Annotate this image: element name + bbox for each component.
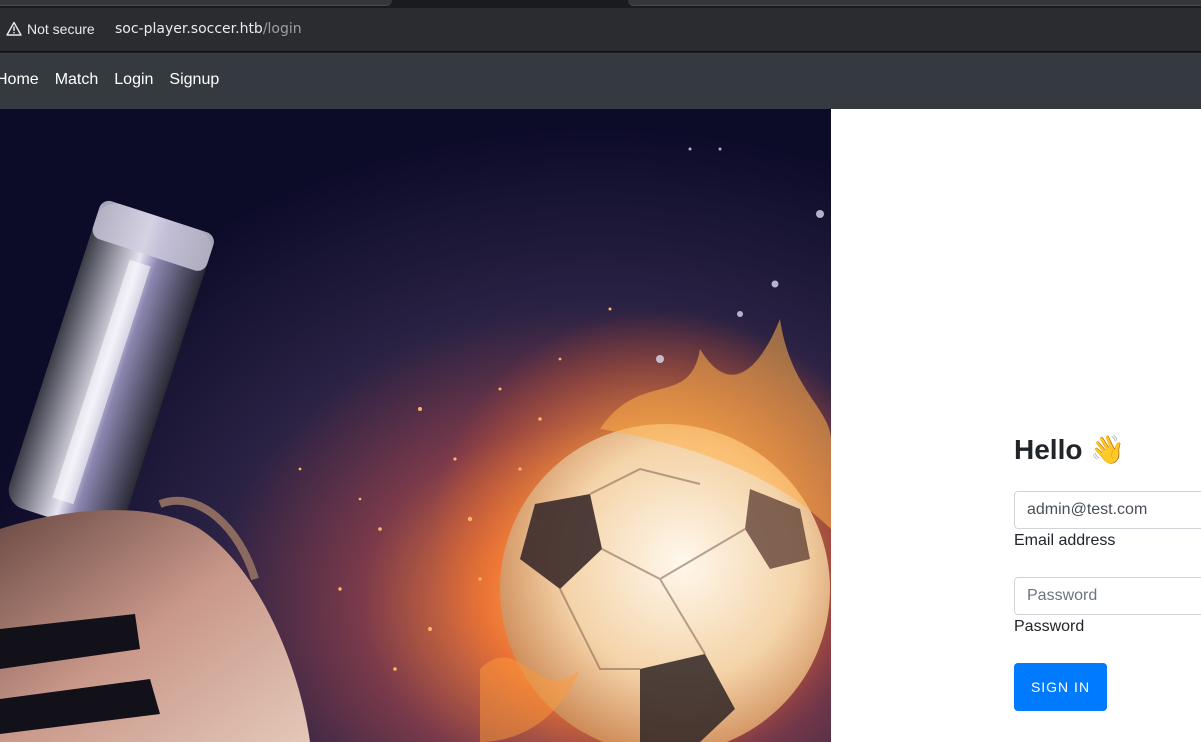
email-field[interactable] — [1014, 491, 1201, 529]
security-indicator[interactable]: Not secure — [6, 20, 95, 38]
hero-image — [0, 109, 831, 742]
password-field[interactable] — [1014, 577, 1201, 615]
warning-icon — [6, 21, 22, 36]
nav-login-link[interactable]: Login — [114, 71, 153, 89]
security-label: Not secure — [27, 21, 95, 37]
email-label: Email address — [1014, 532, 1116, 549]
nav-home-link[interactable]: Home — [0, 71, 39, 89]
url-path: /login — [262, 21, 302, 37]
password-label: Password — [1014, 618, 1085, 635]
login-greeting: Hello 👋 — [1014, 434, 1126, 465]
url-host: soc-player.soccer.htb — [115, 21, 263, 37]
nav-links: Home Match Login Signup — [0, 71, 219, 89]
login-panel: Hello 👋 Email address Password SIGN IN — [831, 109, 1201, 742]
address-bar[interactable]: Not secure soc-player.soccer.htb/login — [0, 8, 1201, 52]
sign-in-button[interactable]: SIGN IN — [1014, 663, 1107, 711]
browser-tab-strip — [0, 0, 1201, 8]
soccer-fire-illustration — [0, 109, 831, 742]
browser-tab[interactable] — [0, 0, 392, 6]
browser-tab[interactable] — [628, 0, 1201, 6]
nav-signup-link[interactable]: Signup — [169, 71, 219, 89]
site-navbar: Home Match Login Signup — [0, 53, 1201, 109]
nav-match-link[interactable]: Match — [55, 71, 99, 89]
url-text[interactable]: soc-player.soccer.htb/login — [115, 21, 302, 37]
